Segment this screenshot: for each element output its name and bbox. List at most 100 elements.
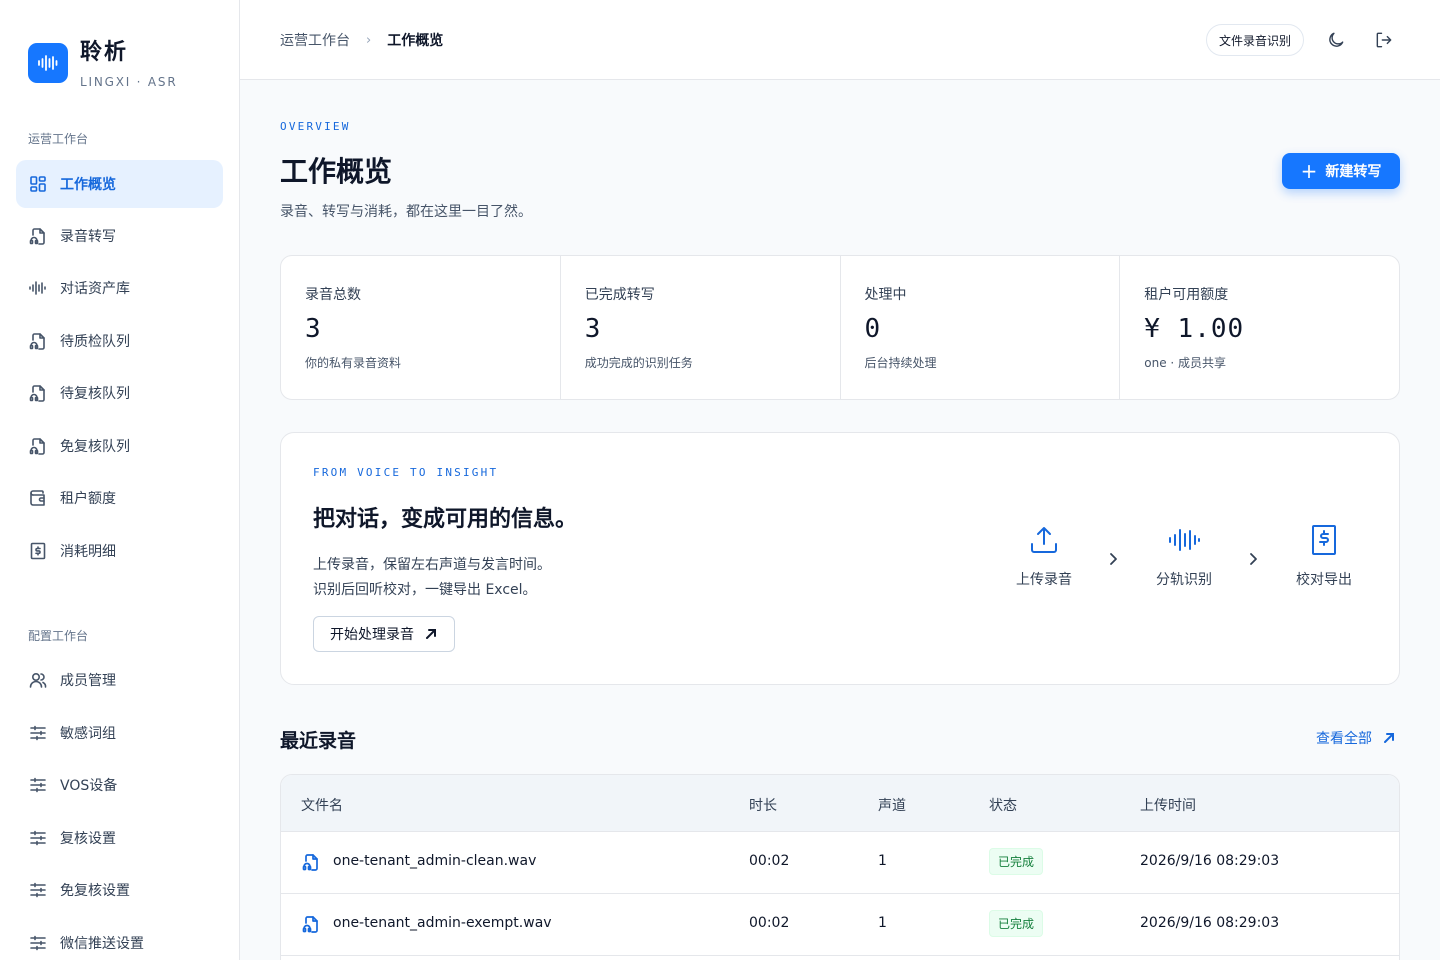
nav-section-operations: 运营工作台 [28, 132, 89, 146]
hero-eyebrow: FROM VOICE TO INSIGHT [313, 466, 499, 479]
duration: 00:02 [749, 853, 790, 869]
step-upload: 上传录音 [994, 523, 1094, 589]
new-transcription-label: 新建转写 [1325, 164, 1382, 180]
file-name[interactable]: one-tenant_admin-exempt.wav [333, 915, 552, 931]
moon-icon [1329, 32, 1344, 47]
dollar-receipt-icon [1312, 525, 1336, 555]
step-export: 校对导出 [1274, 523, 1374, 589]
column-header-status[interactable]: 状态 [989, 795, 1017, 815]
view-all-link[interactable]: 查看全部 [1316, 728, 1396, 748]
sidebar-item-label: 敏感词组 [60, 726, 116, 742]
hero-title: 把对话，变成可用的信息。 [313, 507, 578, 532]
sidebar-item-label: 微信推送设置 [60, 936, 144, 952]
audio-file-icon [28, 436, 48, 456]
column-header-upload-time[interactable]: 上传时间 [1140, 795, 1196, 815]
sidebar-item-overview[interactable]: 工作概览 [16, 160, 223, 208]
stat-hint: 你的私有录音资料 [305, 356, 402, 370]
upload-time: 2026/9/16 08:29:03 [1140, 853, 1280, 869]
audio-file-icon [28, 331, 48, 351]
sliders-icon [28, 723, 48, 743]
start-processing-button[interactable]: 开始处理录音 [313, 616, 455, 652]
wallet-icon [28, 488, 48, 508]
sliders-icon [28, 775, 48, 795]
sidebar-item-members[interactable]: 成员管理 [16, 656, 223, 704]
topbar: 运营工作台 › 工作概览 文件录音识别 [240, 0, 1440, 80]
hero-desc-line: 上传录音，保留左右声道与发言时间。 [313, 557, 551, 573]
upload-icon [1031, 527, 1057, 553]
audio-file-icon [28, 226, 48, 246]
chevron-right-icon: › [366, 32, 372, 48]
sidebar-item-label: 消耗明细 [60, 544, 116, 560]
chevron-right-icon [1106, 551, 1120, 565]
sliders-icon [28, 880, 48, 900]
sidebar: 聆析 LINGXI · ASR 运营工作台 工作概览 录音转写 对话资产库 待质… [0, 0, 240, 960]
sidebar-item-review-queue[interactable]: 待复核队列 [16, 369, 223, 417]
sidebar-item-label: 待复核队列 [60, 386, 130, 402]
step-recognition: 分轨识别 [1134, 523, 1234, 589]
view-all-label: 查看全部 [1316, 731, 1372, 747]
sidebar-item-vos-devices[interactable]: VOS设备 [16, 761, 223, 809]
audio-file-icon [28, 383, 48, 403]
logout-icon [1376, 32, 1392, 48]
hero-desc-line: 识别后回听校对，一键导出 Excel。 [313, 582, 537, 598]
step-label: 上传录音 [1016, 572, 1072, 588]
waveform-icon [1169, 529, 1200, 551]
users-icon [28, 670, 48, 690]
table-row[interactable]: one-tenant_admin-exempt.wav 00:02 1 已完成 … [281, 894, 1399, 956]
channels: 1 [878, 915, 887, 931]
file-recognition-button[interactable]: 文件录音识别 [1206, 24, 1305, 56]
sidebar-item-exempt-settings[interactable]: 免复核设置 [16, 866, 223, 914]
page-subtitle: 录音、转写与消耗，都在这里一目了然。 [280, 204, 532, 220]
sidebar-item-wechat-settings[interactable]: 微信推送设置 [16, 919, 223, 960]
sidebar-item-transcription[interactable]: 录音转写 [16, 212, 223, 260]
sidebar-item-sensitive-words[interactable]: 敏感词组 [16, 709, 223, 757]
sidebar-item-qc-queue[interactable]: 待质检队列 [16, 317, 223, 365]
stat-label: 已完成转写 [584, 287, 655, 303]
step-label: 校对导出 [1296, 572, 1352, 588]
sidebar-item-label: VOS设备 [60, 778, 118, 794]
stat-completed: 已完成转写 3 成功完成的识别任务 [561, 256, 841, 399]
brand[interactable]: 聆析 LINGXI · ASR [28, 38, 177, 89]
page-title: 工作概览 [280, 155, 393, 188]
sliders-icon [28, 828, 48, 848]
sidebar-item-dialog-assets[interactable]: 对话资产库 [16, 264, 223, 312]
column-header-channels[interactable]: 声道 [878, 795, 906, 815]
status-badge: 已完成 [989, 910, 1044, 937]
table-row[interactable]: one-tenant_admin-clean.wav 00:02 1 已完成 2… [281, 832, 1399, 894]
file-name[interactable]: one-tenant_admin-clean.wav [333, 853, 536, 869]
table-header: 文件名 时长 声道 状态 上传时间 [281, 775, 1399, 832]
breadcrumb-current: 工作概览 [387, 33, 444, 49]
sidebar-item-label: 工作概览 [60, 177, 116, 193]
sidebar-item-label: 待质检队列 [60, 334, 130, 350]
stat-hint: 成功完成的识别任务 [584, 356, 693, 370]
chevron-right-icon [1246, 551, 1260, 565]
sidebar-item-review-settings[interactable]: 复核设置 [16, 814, 223, 862]
duration: 00:02 [749, 915, 790, 931]
logo-waveform-icon [28, 43, 68, 83]
stat-quota: 租户可用额度 ¥ 1.00 one · 成员共享 [1120, 256, 1399, 399]
stat-value: 3 [584, 314, 602, 344]
breadcrumb-parent[interactable]: 运营工作台 [280, 30, 350, 50]
sidebar-item-usage-detail[interactable]: 消耗明细 [16, 527, 223, 575]
start-processing-label: 开始处理录音 [330, 627, 414, 643]
sidebar-item-label: 复核设置 [60, 831, 116, 847]
column-header-filename[interactable]: 文件名 [301, 795, 343, 815]
sidebar-item-tenant-quota[interactable]: 租户额度 [16, 474, 223, 522]
waveform-icon [28, 278, 48, 298]
sidebar-item-label: 成员管理 [60, 673, 116, 689]
recent-recordings-table: 文件名 时长 声道 状态 上传时间 one-tenant_admin-clean… [280, 774, 1400, 960]
sidebar-item-exempt-queue[interactable]: 免复核队列 [16, 422, 223, 470]
logout-button[interactable] [1372, 28, 1396, 52]
stat-hint: 后台持续处理 [864, 356, 937, 370]
sidebar-item-label: 免复核队列 [60, 439, 130, 455]
nav-section-config: 配置工作台 [28, 629, 89, 643]
theme-toggle-button[interactable] [1324, 28, 1348, 52]
audio-file-icon [301, 914, 321, 934]
audio-file-icon [301, 852, 321, 872]
sidebar-item-label: 对话资产库 [60, 281, 130, 297]
column-header-duration[interactable]: 时长 [749, 795, 777, 815]
new-transcription-button[interactable]: + 新建转写 [1282, 153, 1400, 189]
step-label: 分轨识别 [1156, 572, 1212, 588]
arrow-up-right-icon [426, 629, 436, 639]
hero-description: 上传录音，保留左右声道与发言时间。 识别后回听校对，一键导出 Excel。 [313, 553, 551, 603]
